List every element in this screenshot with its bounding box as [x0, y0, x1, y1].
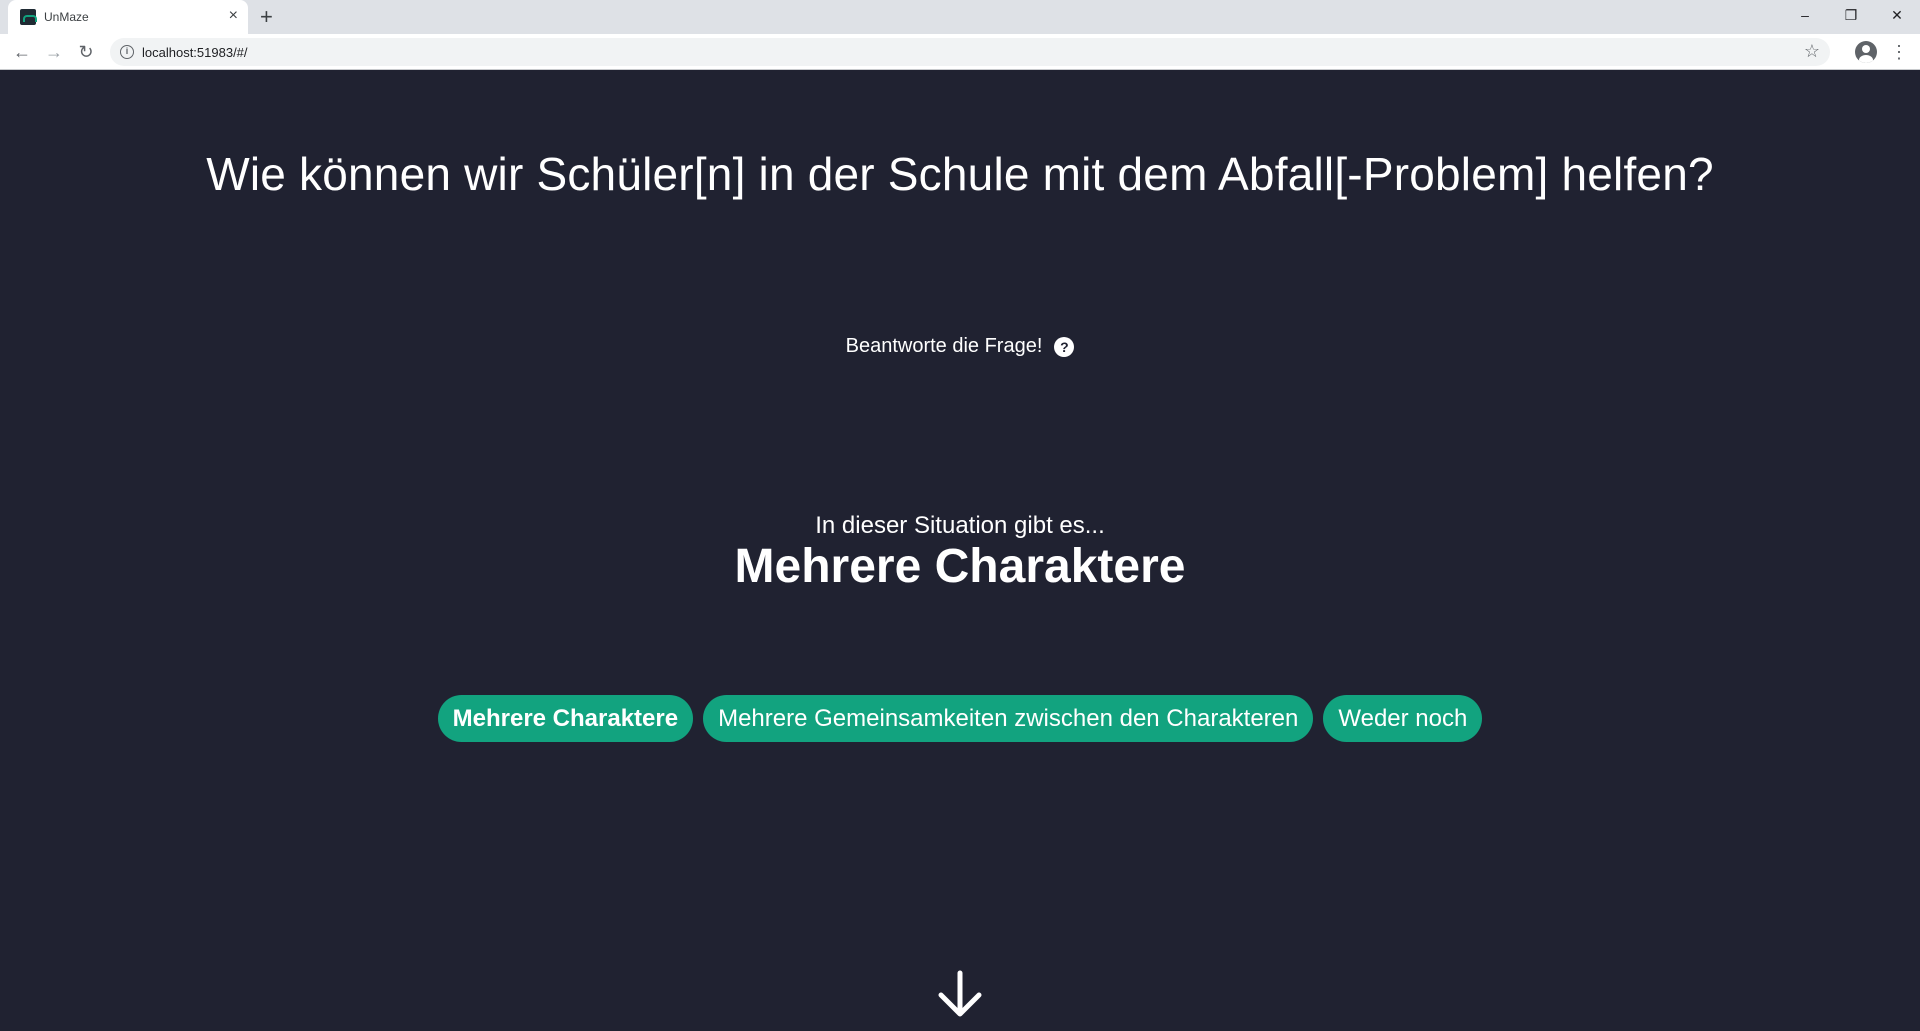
address-bar[interactable]: i localhost:51983/#/ ☆ [110, 38, 1830, 66]
bookmark-star-icon[interactable]: ☆ [1804, 41, 1820, 62]
profile-avatar-icon[interactable] [1855, 41, 1877, 63]
close-window-button[interactable]: ✕ [1874, 0, 1920, 30]
instruction-text: Beantworte die Frage! [845, 335, 1043, 357]
scroll-down-arrow-icon[interactable] [935, 969, 985, 1019]
help-icon[interactable]: ? [1054, 336, 1075, 357]
situation-value: Mehrere Charaktere [734, 540, 1186, 593]
tab-title: UnMaze [44, 10, 89, 24]
option-mehrere-charaktere[interactable]: Mehrere Charaktere [437, 695, 694, 742]
minimize-button[interactable]: – [1782, 0, 1828, 30]
browser-menu-icon[interactable]: ⋮ [1890, 41, 1908, 63]
forward-button[interactable]: → [42, 40, 66, 64]
page-content: Wie können wir Schüler[n] in der Schule … [0, 71, 1920, 1031]
browser-toolbar: ← → ↻ i localhost:51983/#/ ☆ ⋮ [0, 34, 1920, 70]
tab-close-icon[interactable]: × [229, 7, 238, 25]
window-controls: – ❐ ✕ [1782, 0, 1920, 30]
answer-options: Mehrere Charaktere Mehrere Gemeinsamkeit… [0, 695, 1920, 742]
tab-strip: UnMaze × + – ❐ ✕ [0, 0, 1920, 34]
site-info-icon[interactable]: i [120, 45, 134, 59]
option-weder-noch[interactable]: Weder noch [1323, 695, 1483, 742]
back-button[interactable]: ← [10, 40, 34, 64]
restore-button[interactable]: ❐ [1828, 0, 1874, 30]
browser-tab[interactable]: UnMaze × [8, 0, 248, 34]
new-tab-button[interactable]: + [260, 4, 273, 30]
instruction-row: Beantworte die Frage! ? [0, 335, 1920, 358]
reload-button[interactable]: ↻ [74, 40, 98, 64]
question-heading: Wie können wir Schüler[n] in der Schule … [206, 148, 1714, 200]
option-gemeinsamkeiten[interactable]: Mehrere Gemeinsamkeiten zwischen den Cha… [703, 695, 1314, 742]
url-text[interactable]: localhost:51983/#/ [142, 45, 248, 60]
situation-intro: In dieser Situation gibt es... [815, 512, 1105, 539]
unmaze-favicon-icon [20, 9, 37, 25]
